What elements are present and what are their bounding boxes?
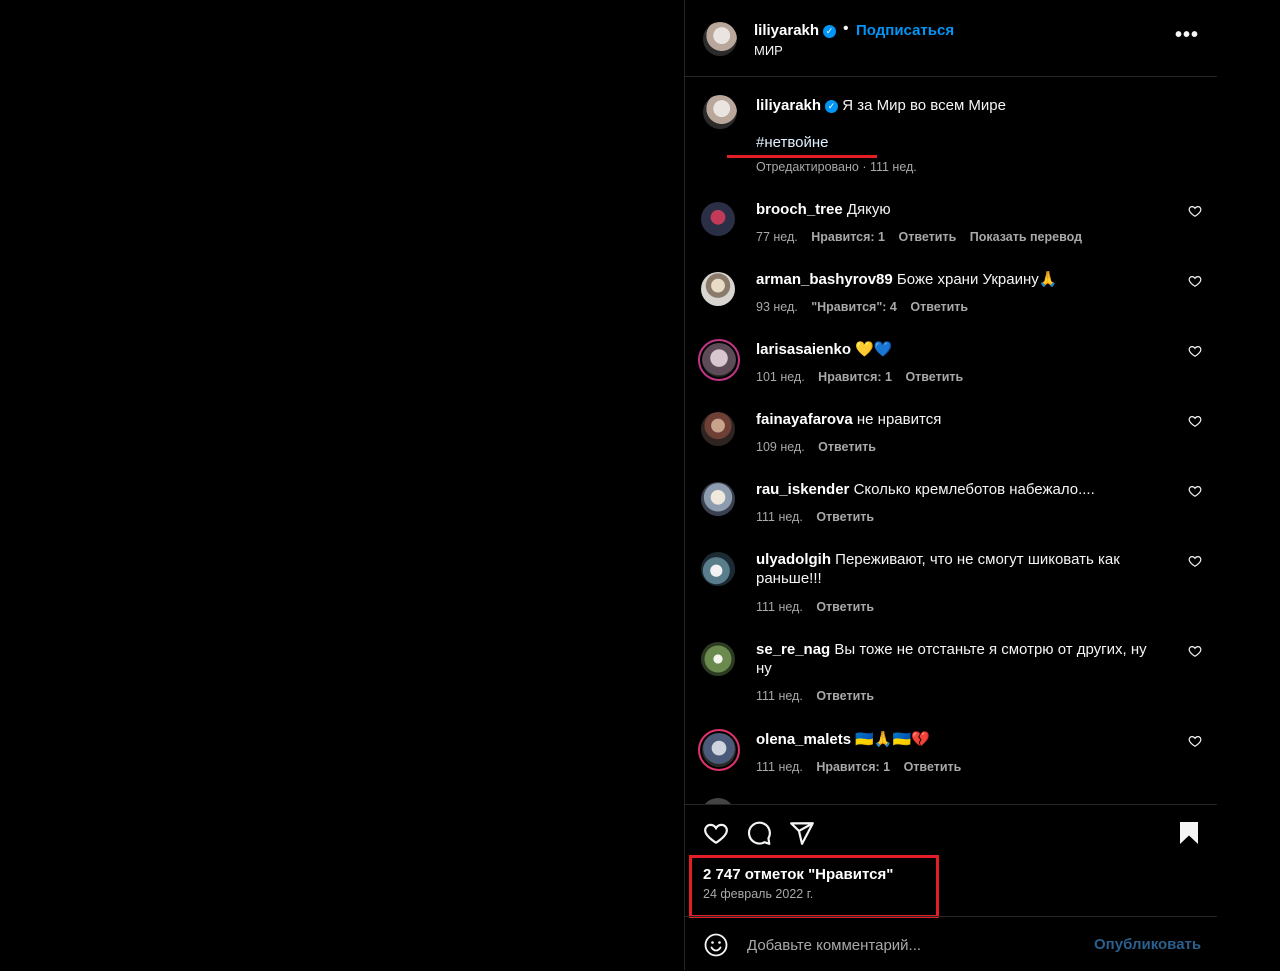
emoji-icon[interactable] [704,933,728,957]
comment-username[interactable]: arman_bashyrov89 [756,271,893,288]
publish-button[interactable]: Опубликовать [1094,936,1201,953]
reply-button[interactable]: Ответить [904,760,962,774]
comment-input[interactable] [745,933,1079,957]
comment-time: 109 нед. [756,440,805,454]
author-username[interactable]: liliyarakh ✓ [754,22,837,39]
separator-dot: • [843,20,849,37]
reply-button[interactable]: Ответить [816,689,874,703]
highlight-box [689,855,939,918]
like-comment-heart-icon[interactable] [1188,204,1202,218]
more-options-icon[interactable]: ••• [1175,24,1199,47]
comment-actions: 111 нед. Ответить [756,510,884,524]
author-username-text[interactable]: liliyarakh [754,22,819,39]
comment-text: rau_iskender Сколько кремлеботов набежал… [756,480,1166,499]
comment-text: olena_malets 🇺🇦🙏🇺🇦💔 [756,730,1166,749]
comment-username[interactable]: ulyadolgih [756,551,831,568]
commenter-avatar[interactable] [701,202,735,236]
like-comment-heart-icon[interactable] [1188,484,1202,498]
caption-text: Я за Мир во всем Мире [842,97,1006,114]
comment-body: Сколько кремлеботов набежало.... [853,481,1095,498]
commenter-avatar-story[interactable] [698,729,740,771]
comment-actions: 101 нед. Нравится: 1 Ответить [756,370,973,384]
follow-button[interactable]: Подписаться [856,22,954,39]
comment-body: не нравится [856,411,942,428]
comment-actions: 109 нед. Ответить [756,440,886,454]
post-location[interactable]: МИР [754,43,783,58]
comment-time: 111 нед. [756,760,803,774]
comment-username[interactable]: olena_malets [756,731,851,748]
comment-text: larisasaienko 💛💙 [756,340,1166,359]
post-action-bar: 2 747 отметок "Нравится" 24 февраль 2022… [685,804,1217,918]
commenter-avatar[interactable] [701,642,735,676]
comment-likes[interactable]: Нравится: 1 [818,370,892,384]
comment-time: 93 нед. [756,300,798,314]
post-caption: liliyarakh ✓ Я за Мир во всем Мире #нетво… [685,77,1217,187]
comment-time: 111 нед. [756,689,803,703]
comment-username[interactable]: brooch_tree [756,201,843,218]
comment-actions: 111 нед. Нравится: 1 Ответить [756,760,971,774]
verified-badge-icon: ✓ [825,100,839,113]
reply-button[interactable]: Ответить [898,230,956,244]
like-comment-heart-icon[interactable] [1188,274,1202,288]
comments-list[interactable]: brooch_tree Дякую 77 нед. Нравится: 1 От… [685,190,1217,804]
post-header: liliyarakh ✓ • Подписаться МИР ••• [685,0,1217,77]
caption-meta: Отредактировано · 111 нед. [756,160,917,174]
comment-text: fainayafarova не нравится [756,410,1166,429]
media-area [0,0,684,970]
like-comment-heart-icon[interactable] [1188,644,1202,658]
comment-body: 💛💙 [855,341,893,358]
author-avatar[interactable] [703,22,737,56]
verified-badge-icon: ✓ [823,25,837,38]
caption-line: liliyarakh ✓ Я за Мир во всем Мире [756,97,1006,114]
share-send-icon[interactable] [789,820,815,846]
like-comment-heart-icon[interactable] [1188,734,1202,748]
caption-avatar[interactable] [703,95,737,129]
comment-actions: 93 нед. "Нравится": 4 Ответить [756,300,978,314]
like-comment-heart-icon[interactable] [1188,414,1202,428]
commenter-avatar-story[interactable] [698,339,740,381]
post-panel: liliyarakh ✓ • Подписаться МИР ••• liliya… [684,0,1217,970]
commenter-avatar[interactable] [701,482,735,516]
comment-time: 77 нед. [756,230,798,244]
caption-username[interactable]: liliyarakh [756,97,821,114]
comment-time: 111 нед. [756,600,803,614]
comment-actions: 111 нед. Ответить [756,600,884,614]
comment-actions: 111 нед. Ответить [756,689,884,703]
comment-body: Боже храни Украину🙏 [896,271,1058,288]
comment-bubble-icon[interactable] [746,820,772,846]
save-bookmark-icon[interactable] [1177,820,1201,846]
comment-text: brooch_tree Дякую [756,200,1166,219]
comment-time: 101 нед. [756,370,805,384]
comment-username[interactable]: fainayafarova [756,411,853,428]
reply-button[interactable]: Ответить [816,510,874,524]
comment-body: Дякую [846,201,891,218]
like-comment-heart-icon[interactable] [1188,344,1202,358]
commenter-avatar[interactable] [701,272,735,306]
reply-button[interactable]: Ответить [910,300,968,314]
comment-likes[interactable]: Нравится: 1 [816,760,890,774]
comment-text: se_re_nag Вы тоже не отстаньте я смотрю … [756,640,1166,678]
commenter-avatar[interactable] [701,412,735,446]
show-translation-button[interactable]: Показать перевод [970,230,1082,244]
caption-hashtag[interactable]: #нетвойне [756,134,829,151]
comment-actions: 77 нед. Нравится: 1 Ответить Показать пе… [756,230,1092,244]
reply-button[interactable]: Ответить [818,440,876,454]
comment-time: 111 нед. [756,510,803,524]
like-heart-icon[interactable] [703,820,729,846]
reply-button[interactable]: Ответить [905,370,963,384]
reply-button[interactable]: Ответить [816,600,874,614]
comment-body: 🇺🇦🙏🇺🇦💔 [855,731,930,748]
comment-username[interactable]: se_re_nag [756,641,830,658]
add-comment-bar: Опубликовать [685,916,1217,971]
highlight-underline [727,155,877,158]
commenter-avatar[interactable] [701,552,735,586]
comment-username[interactable]: larisasaienko [756,341,851,358]
like-comment-heart-icon[interactable] [1188,554,1202,568]
comment-likes[interactable]: Нравится: 1 [811,230,885,244]
comment-username[interactable]: rau_iskender [756,481,849,498]
comment-text: ulyadolgih Переживают, что не смогут шик… [756,550,1166,588]
comment-likes[interactable]: "Нравится": 4 [811,300,897,314]
comment-text: arman_bashyrov89 Боже храни Украину🙏 [756,270,1166,289]
